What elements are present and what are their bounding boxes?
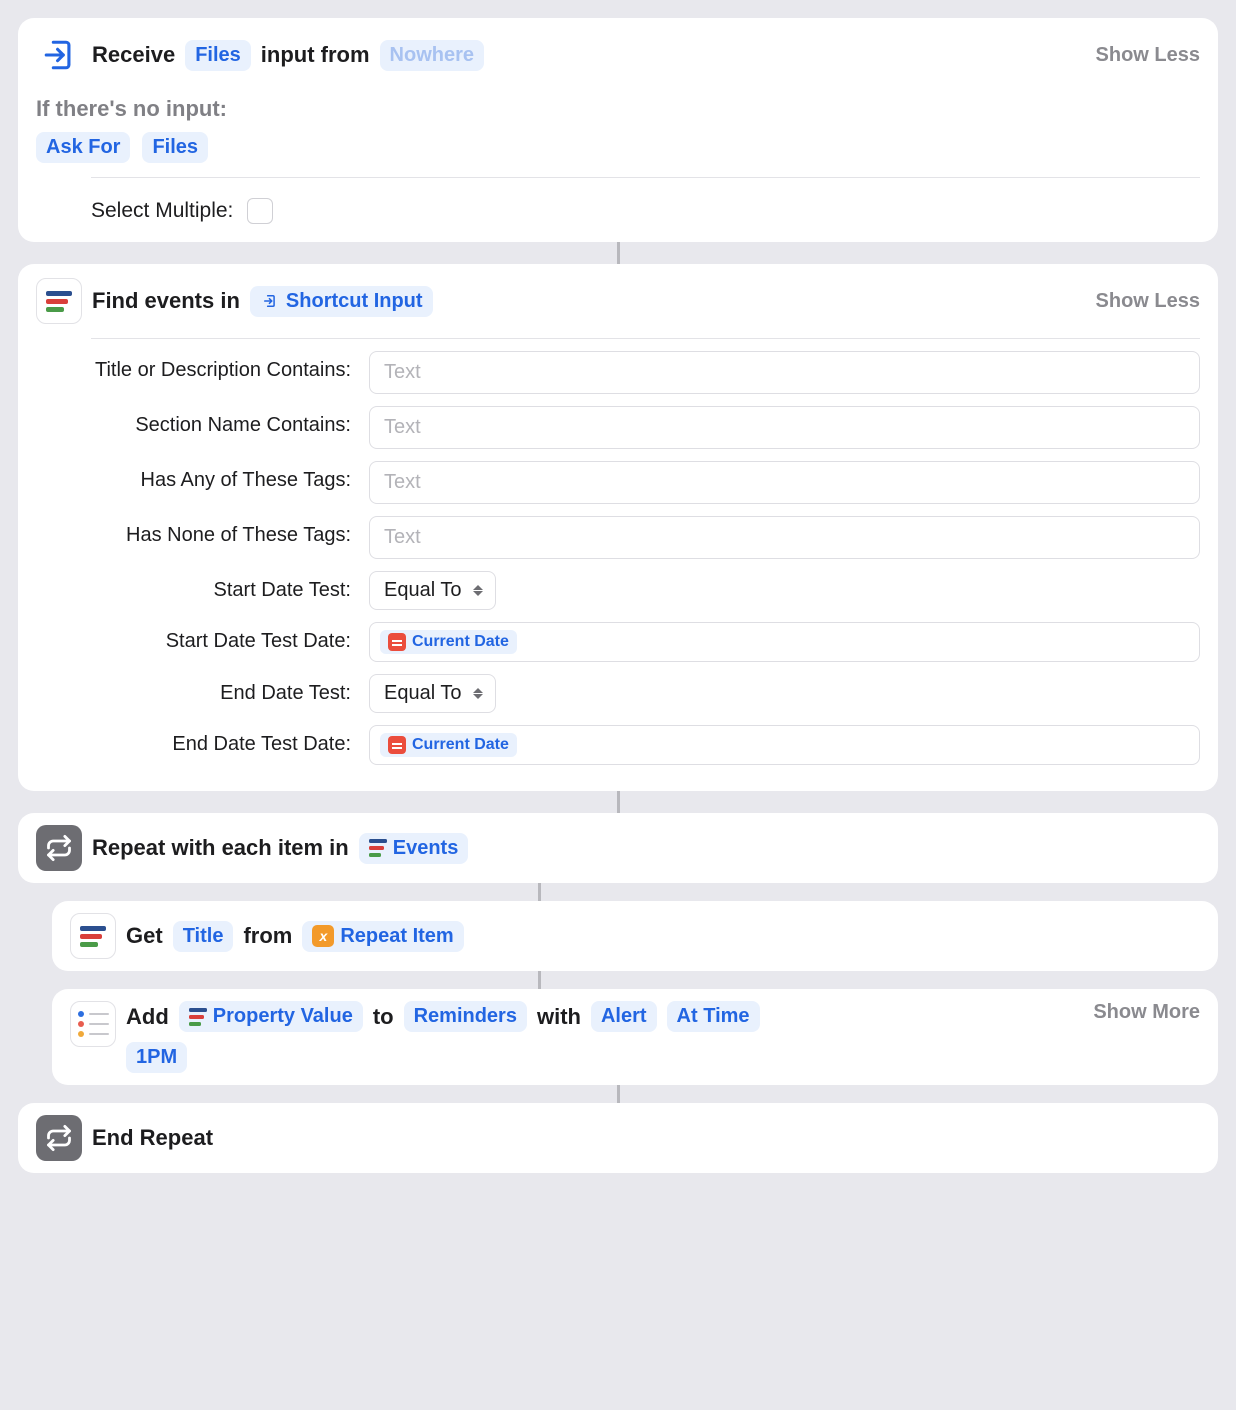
with-text: with: [537, 1004, 581, 1030]
reminders-token[interactable]: Reminders: [404, 1001, 527, 1032]
section-name-label: Section Name Contains:: [94, 406, 351, 439]
start-date-test-date-input[interactable]: Current Date: [369, 622, 1200, 662]
input-source-token[interactable]: Nowhere: [380, 40, 484, 71]
calendar-icon: [388, 736, 406, 754]
has-none-tags-input[interactable]: [369, 516, 1200, 559]
input-icon: [36, 32, 82, 78]
title-token[interactable]: Title: [173, 921, 234, 952]
stack-icon: [369, 839, 387, 857]
divider: [91, 338, 1200, 339]
chevron-updown-icon: [471, 688, 485, 699]
find-events-text: Find events in: [92, 288, 240, 314]
chevron-updown-icon: [471, 585, 485, 596]
app-icon: [36, 278, 82, 324]
if-no-input-label: If there's no input:: [36, 96, 1200, 122]
reminders-app-icon: [70, 1001, 116, 1047]
ask-for-files-token[interactable]: Files: [142, 132, 208, 163]
end-repeat-text: End Repeat: [92, 1125, 213, 1151]
end-date-test-date-input[interactable]: Current Date: [369, 725, 1200, 765]
has-any-tags-input[interactable]: [369, 461, 1200, 504]
select-multiple-label: Select Multiple:: [91, 199, 233, 223]
from-text: from: [243, 923, 292, 949]
show-less-button[interactable]: Show Less: [1096, 44, 1200, 67]
select-multiple-checkbox[interactable]: [247, 198, 273, 224]
stack-icon: [189, 1008, 207, 1026]
show-more-button[interactable]: Show More: [1093, 1001, 1200, 1024]
repeat-icon: [36, 1115, 82, 1161]
add-reminder-card: Add Property Value to Reminders with Ale…: [52, 989, 1218, 1085]
end-date-test-select[interactable]: Equal To: [369, 674, 496, 713]
repeat-text: Repeat with each item in: [92, 835, 349, 861]
show-less-button[interactable]: Show Less: [1096, 290, 1200, 313]
alert-token[interactable]: Alert: [591, 1001, 657, 1032]
current-date-chip[interactable]: Current Date: [380, 733, 517, 757]
events-token[interactable]: Events: [359, 833, 469, 864]
start-date-test-select[interactable]: Equal To: [369, 571, 496, 610]
input-from-text: input from: [261, 42, 370, 68]
start-date-test-date-label: Start Date Test Date:: [94, 622, 351, 655]
start-date-test-label: Start Date Test:: [94, 571, 351, 604]
connector: [538, 883, 541, 901]
repeat-item-token[interactable]: x Repeat Item: [302, 921, 463, 952]
at-time-token[interactable]: At Time: [667, 1001, 760, 1032]
connector: [617, 242, 620, 264]
end-date-test-label: End Date Test:: [94, 674, 351, 707]
property-value-token[interactable]: Property Value: [179, 1001, 363, 1032]
title-desc-label: Title or Description Contains:: [94, 351, 351, 384]
time-value-token[interactable]: 1PM: [126, 1042, 187, 1073]
add-text: Add: [126, 1004, 169, 1030]
repeat-card: Repeat with each item in Events: [18, 813, 1218, 883]
has-none-tags-label: Has None of These Tags:: [94, 516, 351, 549]
input-type-token[interactable]: Files: [185, 40, 251, 71]
connector: [538, 971, 541, 989]
receive-input-card: Receive Files input from Nowhere Show Le…: [18, 18, 1218, 242]
ask-for-token[interactable]: Ask For: [36, 132, 130, 163]
current-date-chip[interactable]: Current Date: [380, 630, 517, 654]
has-any-tags-label: Has Any of These Tags:: [94, 461, 351, 494]
divider: [91, 177, 1200, 178]
repeat-icon: [36, 825, 82, 871]
get-text: Get: [126, 923, 163, 949]
title-desc-input[interactable]: [369, 351, 1200, 394]
variable-icon: x: [312, 925, 334, 947]
end-date-test-date-label: End Date Test Date:: [94, 725, 351, 758]
connector: [617, 1085, 620, 1103]
calendar-icon: [388, 633, 406, 651]
section-name-input[interactable]: [369, 406, 1200, 449]
receive-text: Receive: [92, 42, 175, 68]
get-property-card: Get Title from x Repeat Item: [52, 901, 1218, 971]
connector: [617, 791, 620, 813]
find-events-card: Find events in Shortcut Input Show Less …: [18, 264, 1218, 791]
shortcut-input-token[interactable]: Shortcut Input: [250, 286, 433, 317]
app-icon: [70, 913, 116, 959]
to-text: to: [373, 1004, 394, 1030]
end-repeat-card: End Repeat: [18, 1103, 1218, 1173]
